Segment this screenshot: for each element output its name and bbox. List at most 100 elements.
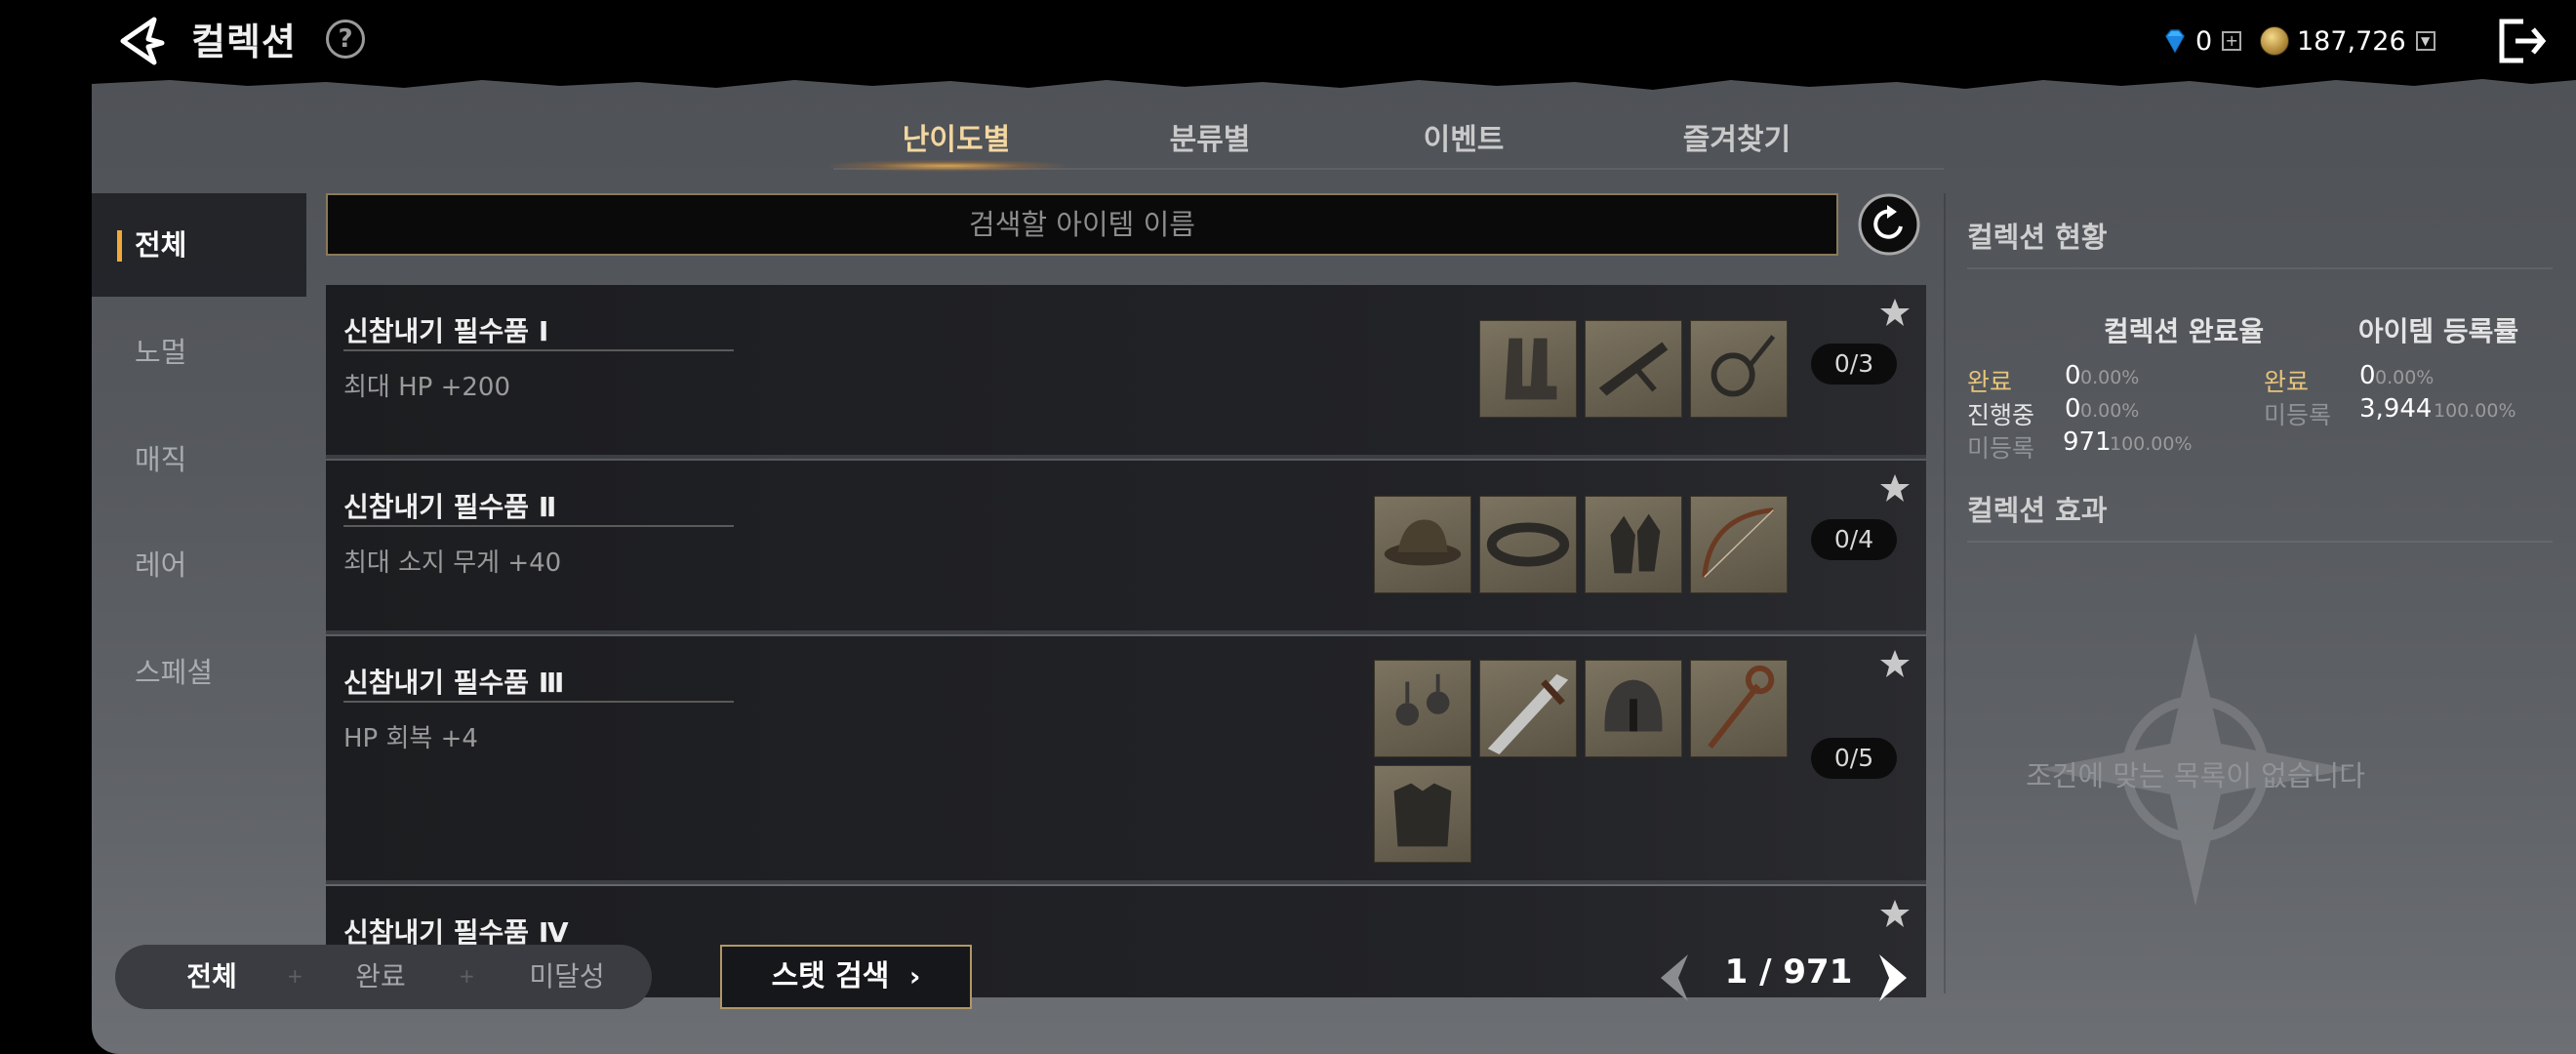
completion-done-label: 완료 [1967,368,2013,396]
collection-list: 신참내기 필수품 Ⅰ 최대 HP +200 0/3 신참내기 필수품 Ⅱ 최대 … [326,285,1926,997]
star-icon[interactable] [1879,898,1911,929]
filter-all[interactable]: 전체 [139,945,285,1009]
registration-done-count: 0 [2359,361,2376,390]
sidebar-item-all[interactable]: 전체 [92,193,306,297]
status-divider [1967,267,2553,269]
effects-divider [1967,541,2553,543]
diamond-icon [2165,29,2185,54]
completion-rate-heading: 컬렉션 완료율 [2103,315,2265,347]
filter-complete[interactable]: 완료 [312,945,449,1009]
tab-event[interactable]: 이벤트 [1376,113,1551,168]
helmet-icon [1604,679,1663,732]
item-slot-hat[interactable] [1374,496,1471,593]
item-slot-armor[interactable] [1374,765,1471,863]
sword-icon [1487,673,1569,755]
title-underline [343,349,734,351]
filter-separator: + [287,964,303,988]
gem-count: 0 [2195,25,2213,57]
filter-separator: + [459,964,475,988]
star-icon[interactable] [1879,297,1911,328]
stat-search-button[interactable]: 스탯 검색 › [720,945,972,1009]
tab-category[interactable]: 분류별 [1122,113,1298,168]
collection-title: 신참내기 필수품 Ⅲ [343,667,565,699]
item-slot-sword[interactable] [1479,660,1577,757]
page-indicator: 1 / 971 [1724,953,1853,992]
filter-incomplete[interactable]: 미달성 [484,945,650,1009]
active-tab-glow [829,160,1064,172]
currency-dropdown-button[interactable]: ▼ [2415,31,2435,51]
collection-progress: 0/4 [1811,519,1897,560]
registration-unreg-label: 미등록 [2264,401,2332,429]
item-slot-belt[interactable] [1479,496,1577,593]
completion-progress-label: 진행중 [1967,401,2035,429]
completion-progress-count: 0 [2065,394,2081,424]
sidebar-item-special[interactable]: 스페셜 [92,621,306,724]
registration-done-pct: 0.00% [2375,367,2435,388]
collection-row[interactable]: 신참내기 필수품 Ⅲ HP 회복 +4 0/5 [326,636,1926,884]
star-icon[interactable] [1879,472,1911,504]
armor-icon [1393,783,1452,847]
tab-divider [833,168,1944,170]
top-bar: 컬렉션 ? 0 + 187,726 ▼ [0,0,2576,80]
item-slot-dagger[interactable] [1585,320,1682,418]
tab-favorites[interactable]: 즐겨찾기 [1630,113,1844,168]
dagger-icon [1598,342,1669,396]
refresh-icon[interactable] [1858,193,1920,256]
collection-row[interactable]: 신참내기 필수품 Ⅱ 최대 소지 무게 +40 0/4 [326,461,1926,634]
prev-page-icon[interactable] [1655,951,1694,1005]
item-slot-earrings[interactable] [1374,660,1471,757]
item-slot-staff[interactable] [1690,660,1788,757]
back-arrow-icon[interactable] [115,14,170,68]
item-slot-whip[interactable] [1690,320,1788,418]
completion-unreg-label: 미등록 [1967,434,2035,463]
gloves-icon [1610,513,1661,574]
collection-row[interactable]: 신참내기 필수품 Ⅰ 최대 HP +200 0/3 [326,285,1926,459]
registration-done-label: 완료 [2264,368,2310,396]
next-page-icon[interactable] [1873,951,1912,1005]
collection-progress: 0/5 [1811,738,1897,779]
coin-icon [2260,26,2289,56]
earrings-icon [1395,673,1450,726]
title-underline [343,701,734,703]
empty-effects-message: 조건에 맞는 목록이 없습니다 [2026,759,2365,792]
collection-title: 신참내기 필수품 Ⅱ [343,491,557,523]
sidebar-item-magic[interactable]: 매직 [92,408,306,511]
torn-edge [92,76,2576,90]
chevron-right-icon: › [908,960,921,993]
status-heading: 컬렉션 현황 [1967,221,2108,254]
stat-search-label: 스탯 검색 [771,959,890,993]
whip-icon [1711,335,1776,397]
add-gem-button[interactable]: + [2222,31,2242,51]
hat-icon [1384,519,1462,566]
help-icon[interactable]: ? [326,20,365,59]
sidebar-item-normal[interactable]: 노멀 [92,301,306,404]
collection-effect: 최대 소지 무게 +40 [343,548,562,578]
collection-panel: 난이도별 분류별 이벤트 즐겨찾기 전체 노멀 매직 레어 스페셜 검색할 아이… [92,76,2576,1054]
collection-title: 신참내기 필수품 Ⅰ [343,315,549,347]
staff-icon [1708,665,1775,750]
gold-count: 187,726 [2297,25,2406,57]
star-icon[interactable] [1879,648,1911,679]
boots-icon [1505,338,1557,400]
completion-done-count: 0 [2065,361,2081,390]
completion-done-pct: 0.00% [2080,367,2140,388]
sidebar-item-rare[interactable]: 레어 [92,513,306,617]
gem-balance: 0 + [2160,23,2242,59]
search-input[interactable]: 검색할 아이템 이름 [326,193,1838,256]
page-title: 컬렉션 [191,20,297,63]
panel-divider [1944,193,1946,993]
effects-heading: 컬렉션 효과 [1967,494,2108,527]
completion-progress-pct: 0.00% [2080,400,2140,422]
item-slot-boots[interactable] [1479,320,1577,418]
item-slot-helmet[interactable] [1585,660,1682,757]
item-slot-gloves[interactable] [1585,496,1682,593]
title-underline [343,525,734,527]
item-slot-bow[interactable] [1690,496,1788,593]
bow-icon [1702,507,1774,578]
exit-icon[interactable] [2494,16,2549,66]
completion-unreg-count: 971 [2063,427,2112,457]
registration-unreg-pct: 100.00% [2434,400,2516,422]
completion-unreg-pct: 100.00% [2110,433,2193,455]
registration-rate-heading: 아이템 등록률 [2357,315,2519,347]
collection-effect: HP 회복 +4 [343,724,478,753]
